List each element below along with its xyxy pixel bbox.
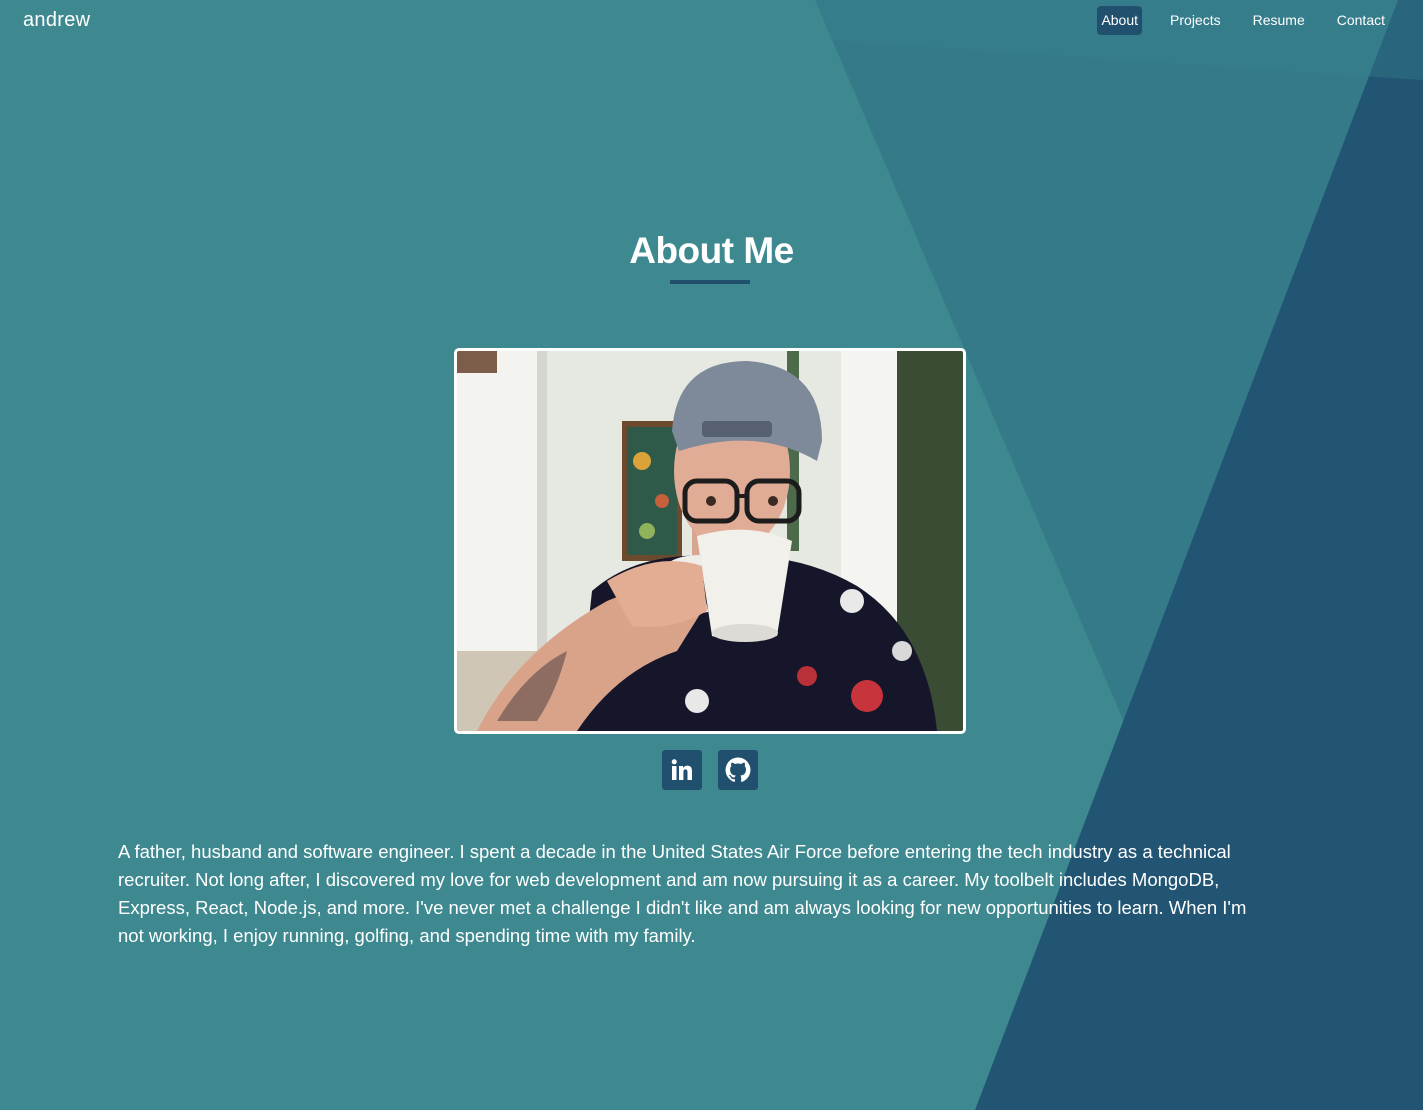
nav-resume[interactable]: Resume bbox=[1249, 6, 1309, 35]
nav-links: About Projects Resume Contact bbox=[1097, 6, 1389, 35]
top-navigation: andrew About Projects Resume Contact bbox=[0, 0, 1423, 42]
github-button[interactable] bbox=[718, 750, 758, 790]
nav-contact[interactable]: Contact bbox=[1333, 6, 1389, 35]
linkedin-button[interactable] bbox=[662, 750, 702, 790]
nav-about[interactable]: About bbox=[1097, 6, 1143, 35]
page: andrew About Projects Resume Contact Abo… bbox=[0, 0, 1423, 1110]
brand-logo[interactable]: andrew bbox=[23, 9, 90, 32]
github-icon bbox=[725, 757, 751, 782]
linkedin-icon bbox=[671, 759, 692, 780]
about-heading: About Me bbox=[0, 226, 1423, 276]
page-title: About Me bbox=[629, 230, 794, 271]
profile-photo-illustration bbox=[457, 351, 963, 731]
social-links bbox=[662, 750, 774, 790]
about-bio: A father, husband and software engineer.… bbox=[118, 841, 1247, 946]
title-underline bbox=[670, 280, 750, 284]
nav-projects[interactable]: Projects bbox=[1166, 6, 1225, 35]
profile-photo bbox=[454, 348, 966, 734]
